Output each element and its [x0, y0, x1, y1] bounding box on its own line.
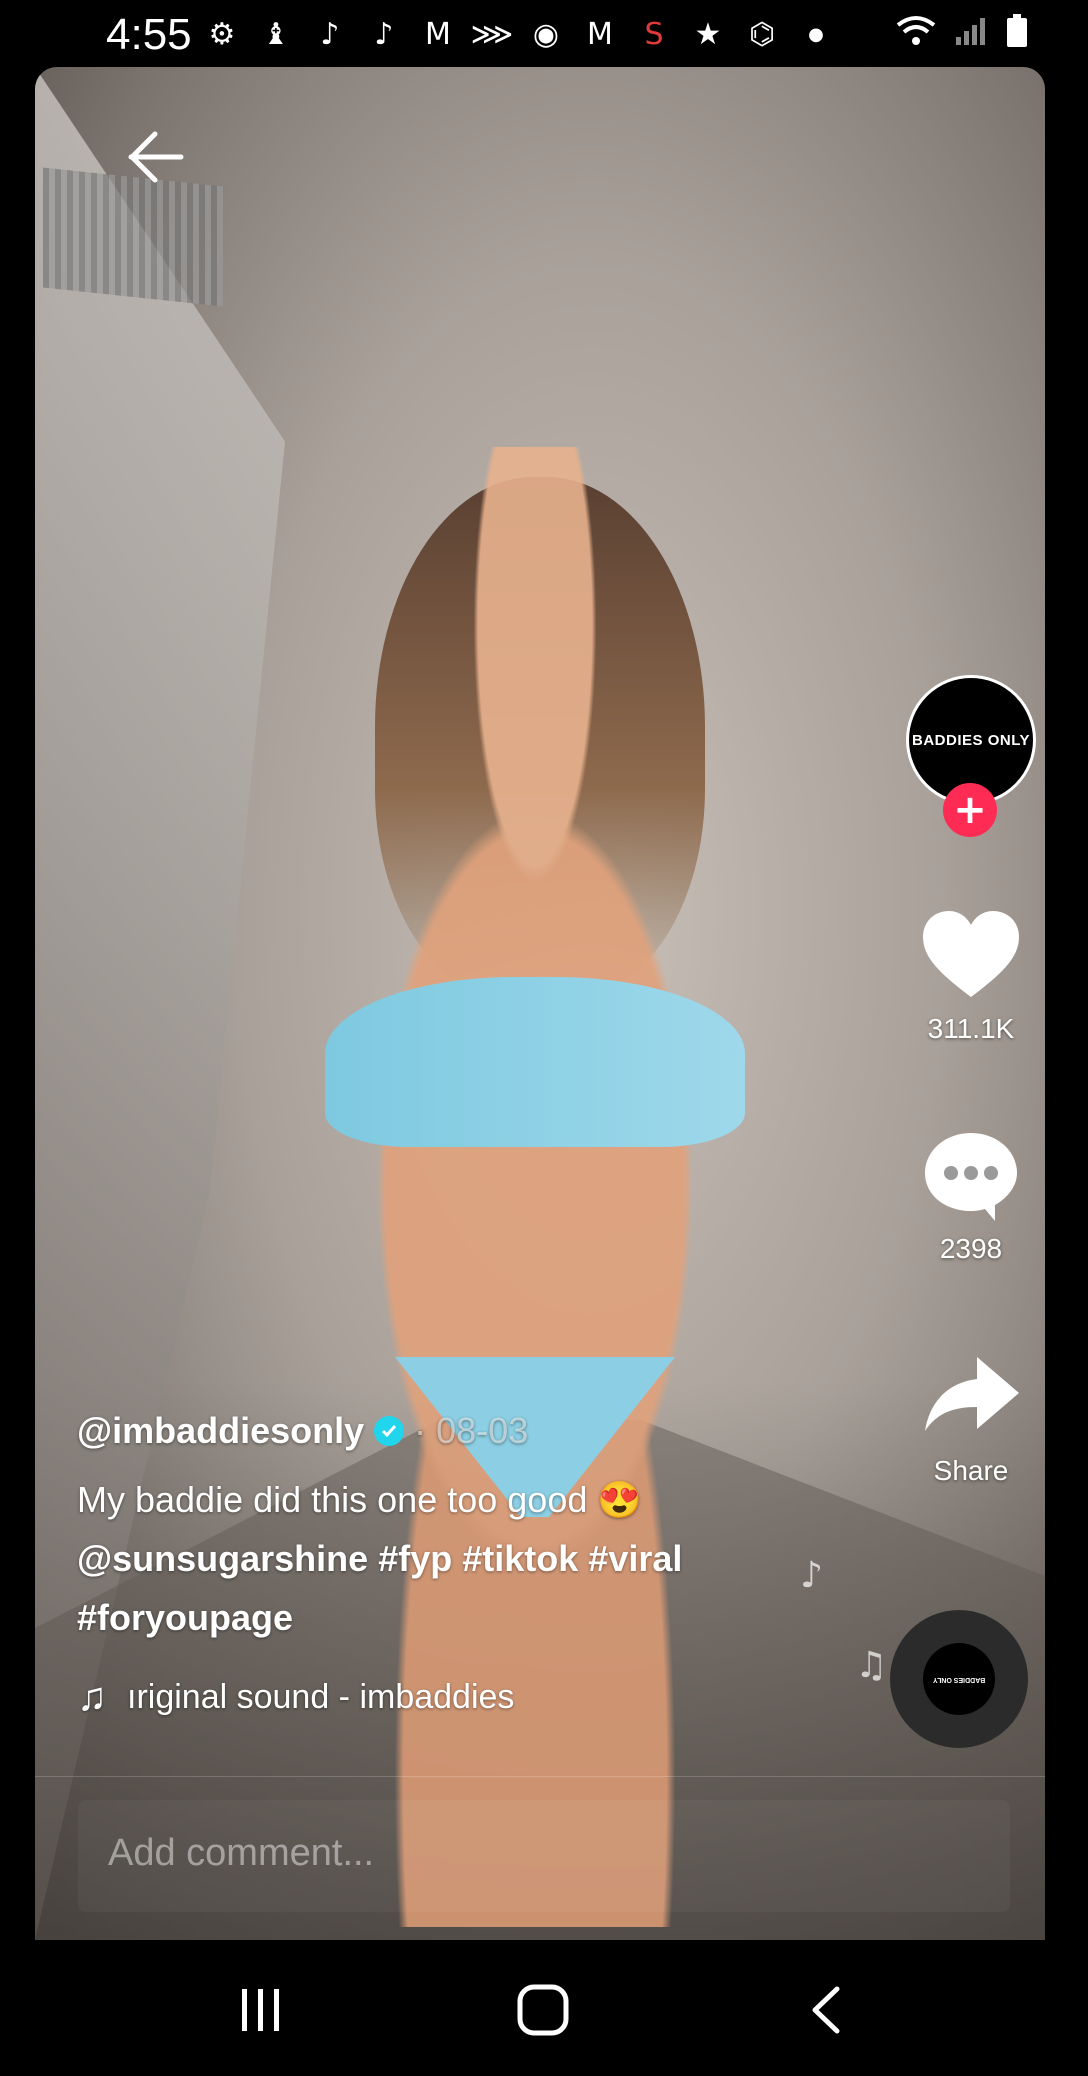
comment-count: 2398	[939, 1233, 1003, 1264]
gmail-icon: M	[587, 16, 613, 52]
recent-apps-icon	[242, 1989, 279, 2031]
music-disc[interactable]: BADDIES ONLY	[890, 1610, 1028, 1748]
home-icon	[517, 1984, 569, 2036]
sprint-icon: ⋙	[470, 16, 514, 52]
status-bar: 4:55 ⚙ ♝ ♪ ♪ M ⋙ ◉ M S ★ ⌬ ●	[0, 0, 1088, 66]
gmail-icon: M	[425, 16, 451, 52]
chevron-left-icon	[812, 1986, 840, 2034]
hashtag-link[interactable]: #fyp	[378, 1538, 452, 1579]
gear-icon: ⚙	[208, 16, 236, 52]
like-button[interactable]: 311.1K	[906, 905, 1036, 1045]
comment-bubble-icon	[925, 1133, 1017, 1221]
music-note-icon: ♫	[855, 1645, 888, 1686]
tiktok-icon: ♪	[320, 16, 340, 52]
comment-button[interactable]: 2398	[906, 1125, 1036, 1265]
verified-badge-icon	[374, 1416, 405, 1446]
back-button[interactable]	[95, 117, 217, 197]
avatar-label: BADDIES ONLY	[912, 731, 1030, 749]
disc-avatar: BADDIES ONLY	[923, 1643, 995, 1715]
like-count: 311.1K	[927, 1013, 1015, 1044]
home-button[interactable]	[498, 1980, 588, 2040]
follow-button[interactable]: +	[943, 783, 997, 837]
hashtag-link[interactable]: #tiktok	[462, 1538, 578, 1579]
share-button[interactable]: Share	[906, 1347, 1036, 1487]
dot-icon: ●	[808, 23, 824, 45]
tiktok-icon: ♪	[374, 16, 394, 52]
bishop-icon: ♝	[262, 16, 290, 52]
caption-body: My baddie did this one too good	[77, 1479, 588, 1520]
sound-link[interactable]: ♫ ıriginal sound - imbaddies	[77, 1675, 777, 1720]
date-separator: ·	[414, 1410, 427, 1451]
divider	[35, 1776, 1045, 1777]
system-icons	[896, 14, 1028, 56]
status-time: 4:55	[106, 10, 192, 59]
heart-eyes-emoji: 😍	[597, 1479, 643, 1520]
wifi-icon	[896, 15, 936, 55]
comment-input[interactable]: Add comment...	[78, 1800, 1010, 1912]
music-note-icon: ♪	[800, 1555, 823, 1596]
star-icon: ★	[694, 16, 722, 52]
system-back-button[interactable]	[782, 1980, 872, 2040]
share-arrow-icon	[925, 1357, 1019, 1431]
video-subject	[325, 977, 745, 1147]
arrow-left-icon	[128, 131, 184, 183]
caption-text: My baddie did this one too good 😍 @sunsu…	[77, 1470, 777, 1647]
sound-title: ıriginal sound - imbaddies	[127, 1678, 515, 1716]
creator-handle[interactable]: @imbaddiesonly	[77, 1410, 364, 1452]
recent-apps-button[interactable]	[216, 1980, 306, 2040]
author-line: @imbaddiesonly · 08-03	[77, 1410, 777, 1452]
system-nav-bar	[0, 1940, 1088, 2076]
hashtag-link[interactable]: #viral	[588, 1538, 682, 1579]
post-date: 08-03	[436, 1410, 529, 1451]
clock-icon: ◉	[532, 16, 560, 52]
signal-icon	[954, 15, 988, 55]
video-caption: @imbaddiesonly · 08-03 My baddie did thi…	[77, 1410, 777, 1720]
notification-icons: ⚙ ♝ ♪ ♪ M ⋙ ◉ M S ★ ⌬ ●	[200, 14, 838, 54]
mention-link[interactable]: @sunsugarshine	[77, 1538, 368, 1579]
stanford-icon: S	[644, 16, 664, 52]
hashtag-link[interactable]: #foryoupage	[77, 1597, 293, 1638]
battery-icon	[1006, 14, 1028, 56]
heart-icon	[923, 911, 1019, 997]
incognito-icon: ⌬	[748, 16, 776, 52]
share-label: Share	[933, 1455, 1009, 1486]
music-note-icon: ♫	[77, 1675, 107, 1719]
comment-placeholder: Add comment...	[108, 1832, 375, 1874]
disc-label: BADDIES ONLY	[932, 1675, 986, 1683]
